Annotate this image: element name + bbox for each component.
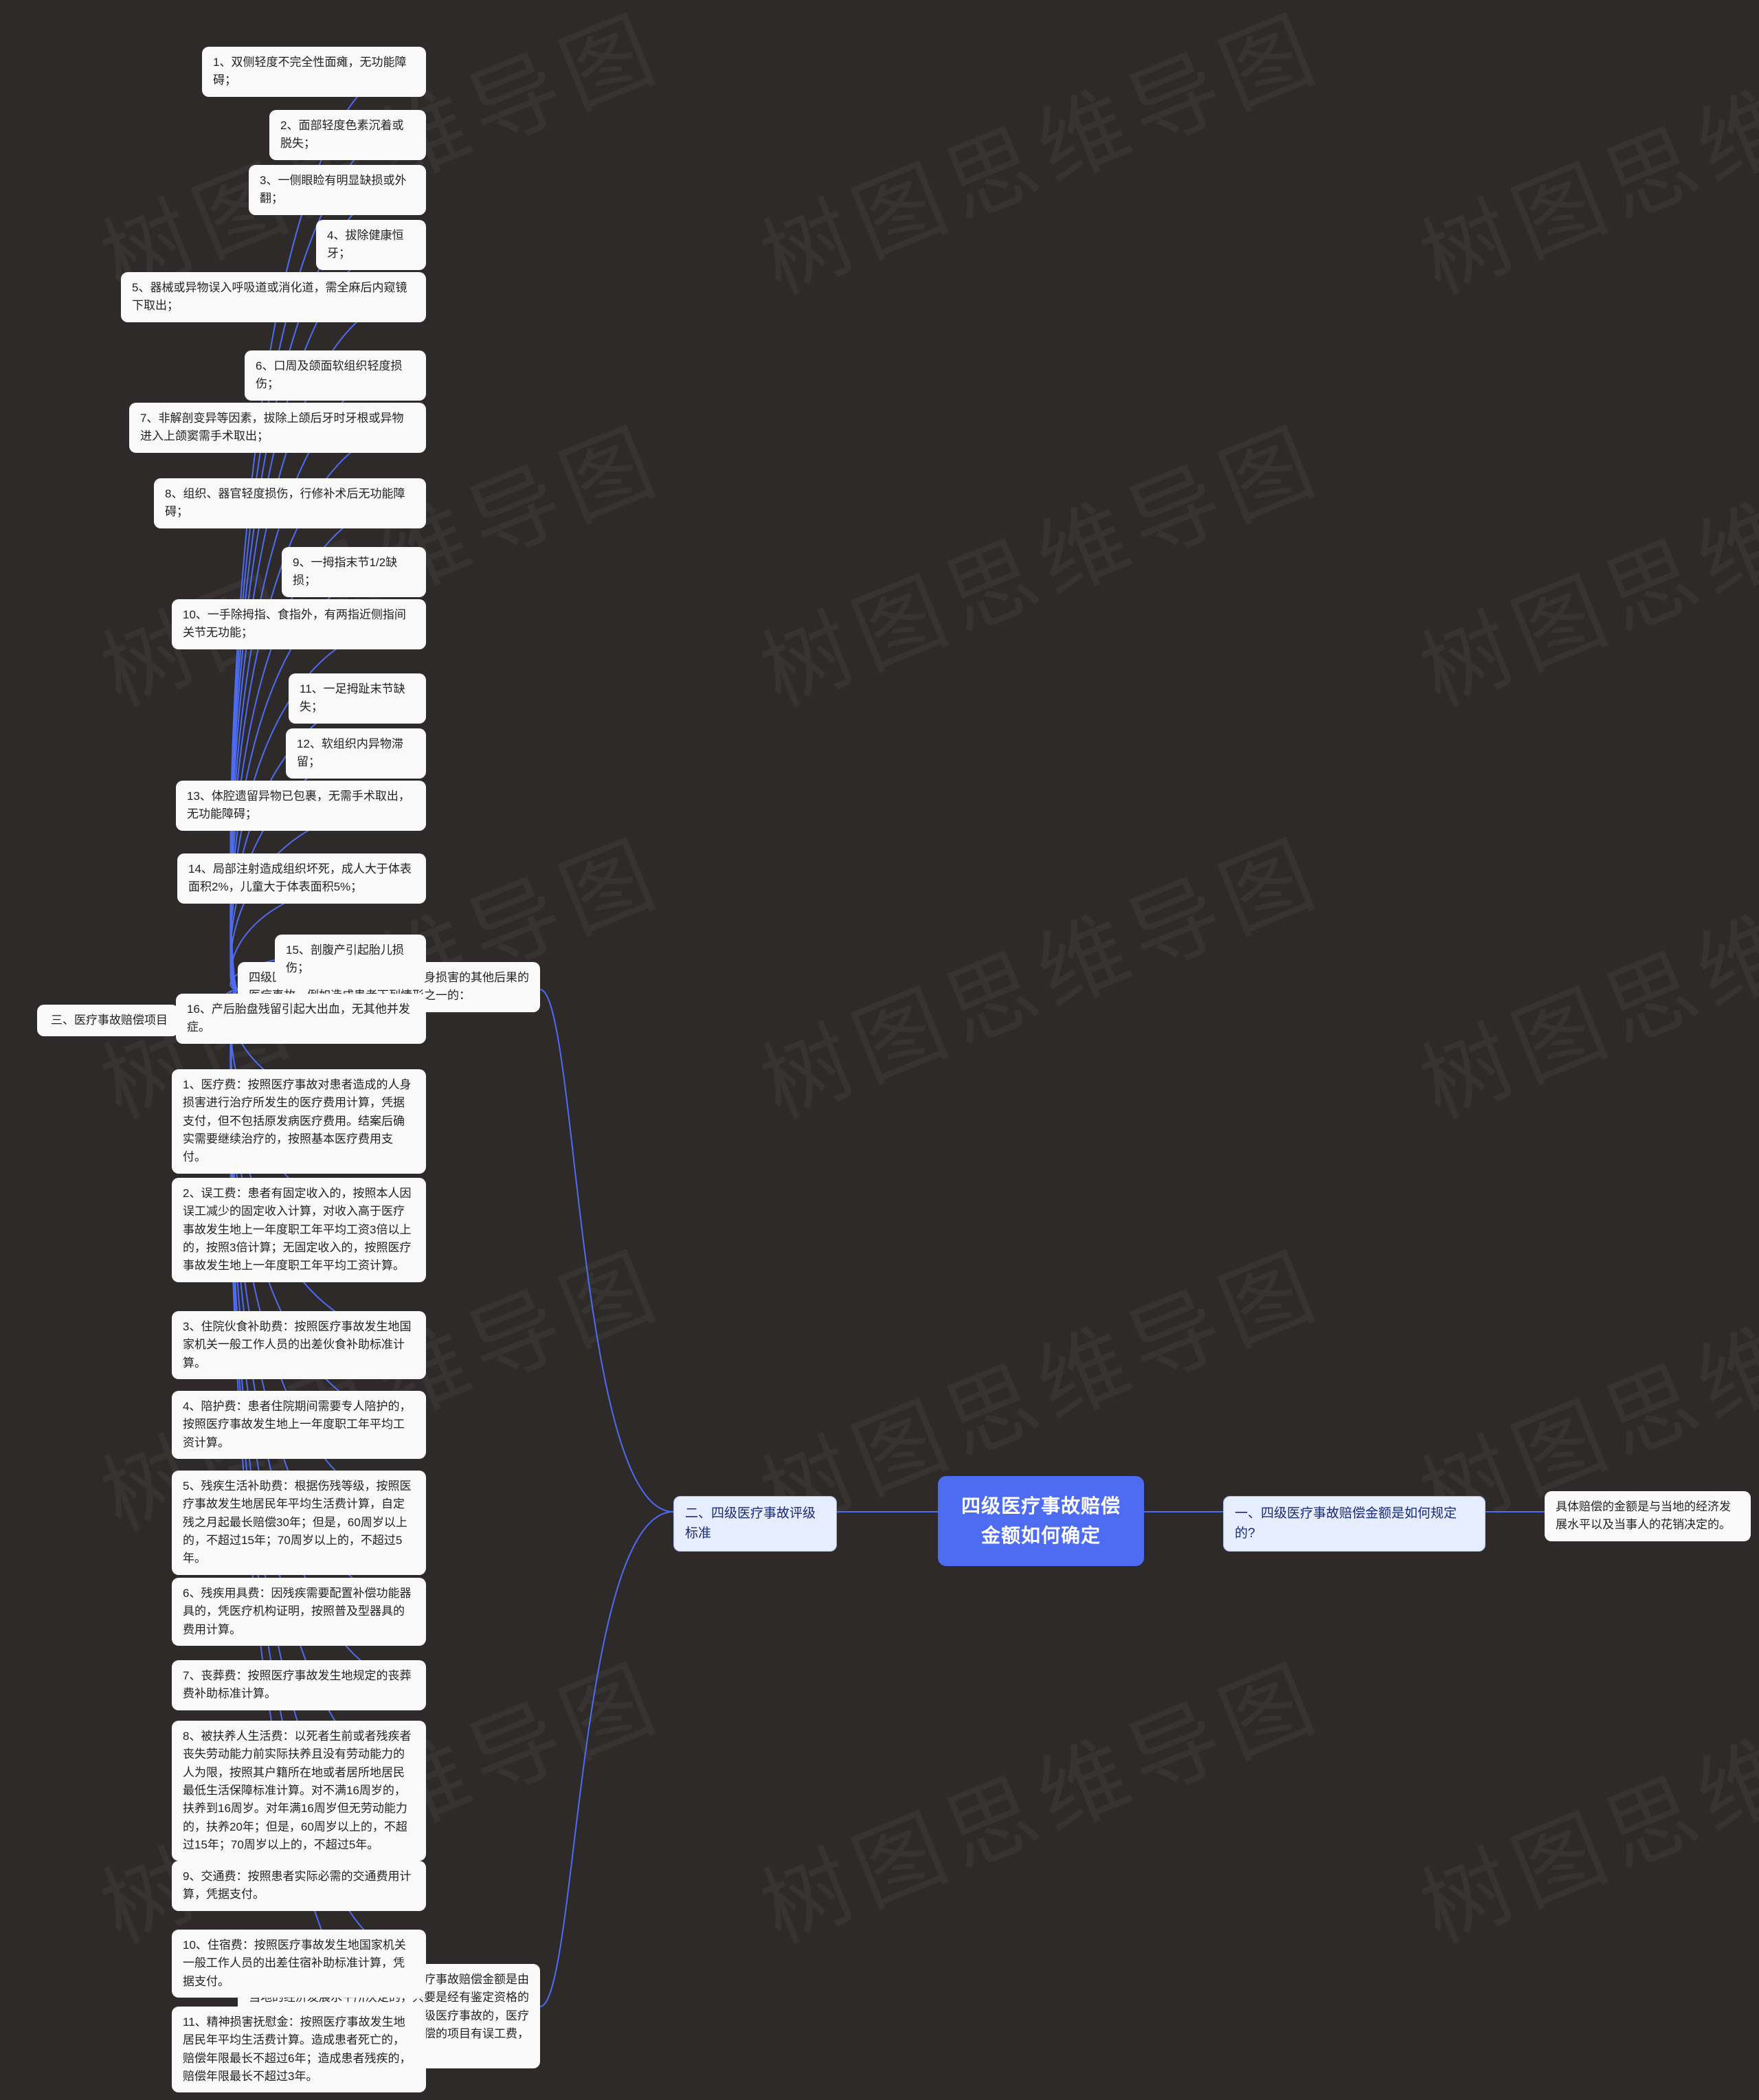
section2-title[interactable]: 二、四级医疗事故评级标准 xyxy=(673,1496,837,1552)
criteria-item[interactable]: 8、组织、器官轻度损伤，行修补术后无功能障碍； xyxy=(154,478,426,528)
center-topic[interactable]: 四级医疗事故赔偿金额如何确定 xyxy=(938,1476,1144,1566)
criteria-item[interactable]: 7、非解剖变异等因素，拔除上颌后牙时牙根或异物进入上颌窦需手术取出； xyxy=(129,403,426,453)
compensation-item[interactable]: 1、医疗费：按照医疗事故对患者造成的人身损害进行治疗所发生的医疗费用计算，凭据支… xyxy=(172,1069,426,1174)
compensation-item[interactable]: 6、残疾用具费：因残疾需要配置补偿功能器具的，凭医疗机构证明，按照普及型器具的费… xyxy=(172,1578,426,1646)
section1-note[interactable]: 具体赔偿的金额是与当地的经济发展水平以及当事人的花销决定的。 xyxy=(1545,1491,1751,1541)
compensation-item[interactable]: 7、丧葬费：按照医疗事故发生地规定的丧葬费补助标准计算。 xyxy=(172,1660,426,1710)
compensation-item[interactable]: 8、被扶养人生活费：以死者生前或者残疾者丧失劳动能力前实际扶养且没有劳动能力的人… xyxy=(172,1721,426,1861)
compensation-item[interactable]: 4、陪护费：患者住院期间需要专人陪护的，按照医疗事故发生地上一年度职工年平均工资… xyxy=(172,1391,426,1459)
compensation-item[interactable]: 2、误工费：患者有固定收入的，按照本人因误工减少的固定收入计算，对收入高于医疗事… xyxy=(172,1178,426,1282)
compensation-item[interactable]: 9、交通费：按照患者实际必需的交通费用计算，凭据支付。 xyxy=(172,1861,426,1911)
criteria-item[interactable]: 9、一拇指末节1/2缺损； xyxy=(282,547,426,597)
criteria-item[interactable]: 12、软组织内异物滞留； xyxy=(286,728,426,779)
compensation-item[interactable]: 11、精神损害抚慰金：按照医疗事故发生地居民年平均生活费计算。造成患者死亡的，赔… xyxy=(172,2007,426,2092)
criteria-item[interactable]: 14、局部注射造成组织坏死，成人大于体表面积2%，儿童大于体表面积5%； xyxy=(177,853,426,904)
criteria-item[interactable]: 2、面部轻度色素沉着或脱失； xyxy=(269,110,426,160)
criteria-item[interactable]: 13、体腔遗留异物已包裹，无需手术取出，无功能障碍； xyxy=(176,781,426,831)
compensation-item[interactable]: 10、住宿费：按照医疗事故发生地国家机关一般工作人员的出差住宿补助标准计算，凭据… xyxy=(172,1930,426,1998)
mindmap-canvas: 树图思维导图 树图思维导图 树图思维导图 树图思维导图 树图思维导图 树图思维导… xyxy=(0,0,1759,2100)
criteria-item[interactable]: 3、一侧眼睑有明显缺损或外翻； xyxy=(249,165,426,215)
criteria-item[interactable]: 1、双侧轻度不完全性面瘫，无功能障碍； xyxy=(202,47,426,97)
section3-title[interactable]: 三、医疗事故赔偿项目 xyxy=(37,1005,179,1036)
criteria-item[interactable]: 6、口周及颌面软组织轻度损伤； xyxy=(245,350,426,401)
criteria-item[interactable]: 11、一足拇趾末节缺失； xyxy=(289,673,426,724)
criteria-item[interactable]: 16、产后胎盘残留引起大出血，无其他并发症。 xyxy=(176,994,426,1044)
criteria-item[interactable]: 10、一手除拇指、食指外，有两指近侧指间关节无功能； xyxy=(172,599,426,649)
criteria-item[interactable]: 5、器械或异物误入呼吸道或消化道，需全麻后内窥镜下取出； xyxy=(121,272,426,322)
compensation-item[interactable]: 3、住院伙食补助费：按照医疗事故发生地国家机关一般工作人员的出差伙食补助标准计算… xyxy=(172,1311,426,1379)
compensation-item[interactable]: 5、残疾生活补助费：根据伤残等级，按照医疗事故发生地居民年平均生活费计算，自定残… xyxy=(172,1471,426,1575)
criteria-item[interactable]: 15、剖腹产引起胎儿损伤； xyxy=(275,935,426,985)
section1-title[interactable]: 一、四级医疗事故赔偿金额是如何规定的? xyxy=(1223,1496,1486,1552)
criteria-item[interactable]: 4、拔除健康恒牙； xyxy=(316,220,426,270)
